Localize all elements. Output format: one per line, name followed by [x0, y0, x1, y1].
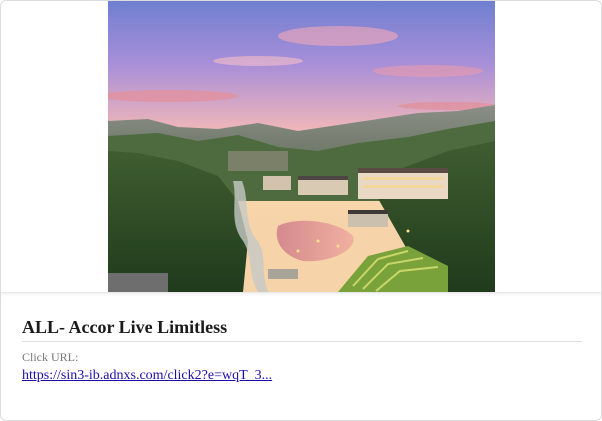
ad-image-frame [1, 1, 601, 293]
ad-image[interactable] [108, 1, 495, 292]
click-url-label: Click URL: [22, 350, 79, 364]
click-url-link[interactable]: https://sin3-ib.adnxs.com/click2?e=wqT_3… [22, 368, 272, 384]
title-divider [22, 341, 582, 342]
ad-title: ALL- Accor Live Limitless [22, 317, 228, 337]
ad-preview-card: ALL- Accor Live Limitless Click URL: htt… [0, 0, 602, 421]
